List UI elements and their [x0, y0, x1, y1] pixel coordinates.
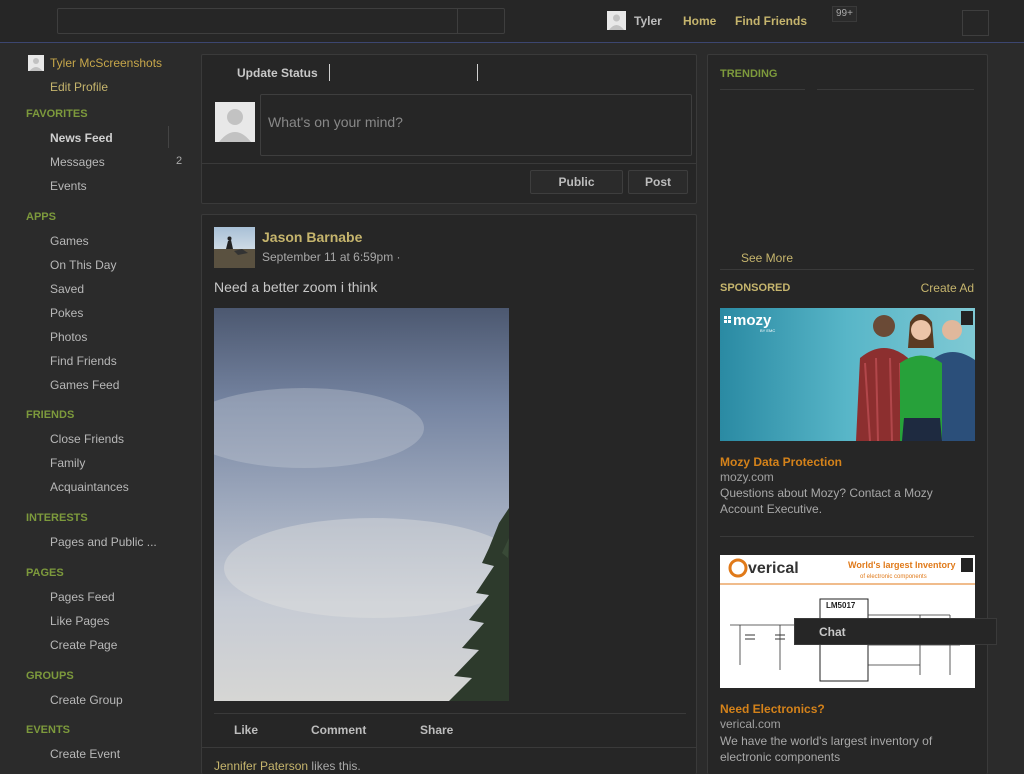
sidebar-item-like-pages[interactable]: Like Pages [50, 614, 109, 628]
ad-domain-mozy: mozy.com [720, 470, 774, 484]
ad-title-verical[interactable]: Need Electronics? [720, 702, 825, 716]
sidebar-item-pokes[interactable]: Pokes [50, 306, 83, 320]
sponsored-heading: SPONSORED [720, 282, 791, 294]
divider [720, 269, 974, 270]
divider [202, 747, 696, 748]
sidebar-item-family[interactable]: Family [50, 456, 85, 470]
top-bar: Tyler Home Find Friends 99+ [0, 0, 1024, 43]
sidebar-item-close-friends[interactable]: Close Friends [50, 432, 124, 446]
divider [214, 713, 686, 714]
right-column: TRENDING See More SPONSORED Create Ad mo… [707, 54, 988, 774]
search-button[interactable] [457, 9, 504, 33]
chat-bar[interactable]: Chat [794, 618, 997, 645]
favorites-heading: FAVORITES [26, 108, 88, 120]
ad-title-mozy[interactable]: Mozy Data Protection [720, 455, 842, 469]
trending-heading: TRENDING [720, 68, 778, 80]
likes-suffix: likes this. [308, 759, 361, 773]
divider [817, 89, 974, 90]
close-ad-icon[interactable] [961, 311, 973, 325]
update-status-tab[interactable]: Update Status [237, 66, 318, 80]
sidebar-item-photos[interactable]: Photos [50, 330, 87, 344]
sidebar-item-messages[interactable]: Messages [50, 155, 105, 169]
interests-heading: INTERESTS [26, 512, 88, 524]
close-ad-icon[interactable] [961, 558, 973, 572]
friends-heading: FRIENDS [26, 409, 75, 421]
notification-badge[interactable]: 99+ [832, 6, 857, 22]
comment-button[interactable]: Comment [311, 723, 366, 737]
likes-summary: Jennifer Paterson likes this. [214, 759, 361, 773]
sidebar-item-create-page[interactable]: Create Page [50, 638, 117, 652]
create-ad-link[interactable]: Create Ad [921, 281, 974, 295]
post-timestamp[interactable]: September 11 at 6:59pm · [262, 250, 401, 264]
find-friends-link[interactable]: Find Friends [735, 14, 807, 28]
sidebar-item-pages-feed[interactable]: Pages Feed [50, 590, 115, 604]
divider [202, 163, 696, 164]
see-more-link[interactable]: See More [741, 251, 793, 265]
chip-label: LM5017 [826, 601, 856, 610]
tab-divider [477, 64, 478, 81]
verical-tagline: World's largest Inventory [848, 560, 956, 570]
divider [720, 89, 805, 90]
user-avatar[interactable] [607, 11, 626, 30]
audience-selector-button[interactable]: Public [530, 170, 623, 194]
apps-heading: APPS [26, 211, 56, 223]
verical-logo: verical [748, 560, 799, 577]
mozy-logo-sub: BY EMC [760, 328, 775, 333]
verical-tagline-sub: of electronic components [860, 574, 927, 580]
events-heading: EVENTS [26, 724, 71, 736]
status-composer: Update Status What's on your mind? Publi… [201, 54, 697, 204]
sidebar-item-games-feed[interactable]: Games Feed [50, 378, 119, 392]
feed-story: Jason Barnabe September 11 at 6:59pm · N… [201, 214, 697, 774]
groups-heading: GROUPS [26, 670, 74, 682]
composer-avatar-icon [215, 102, 255, 142]
post-photo[interactable] [214, 308, 509, 701]
sidebar-item-create-event[interactable]: Create Event [50, 747, 120, 761]
liker-link[interactable]: Jennifer Paterson [214, 759, 308, 773]
post-button[interactable]: Post [628, 170, 688, 194]
ad-desc-mozy: Questions about Mozy? Contact a Mozy Acc… [720, 486, 933, 516]
sidebar-item-acquaintances[interactable]: Acquaintances [50, 480, 129, 494]
ad-domain-verical: verical.com [720, 717, 781, 731]
left-sidebar: Tyler McScreenshots Edit Profile FAVORIT… [0, 44, 200, 768]
tab-divider [329, 64, 330, 81]
mozy-logo: mozy [733, 312, 772, 329]
divider [696, 245, 697, 713]
sidebar-item-on-this-day[interactable]: On This Day [50, 258, 116, 272]
sidebar-item-news-feed[interactable]: News Feed [50, 131, 113, 145]
divider [720, 536, 974, 537]
home-link[interactable]: Home [683, 14, 716, 28]
edit-profile-link[interactable]: Edit Profile [50, 80, 108, 94]
selected-indicator [168, 126, 169, 148]
mozy-ad-image[interactable]: mozy BY EMC [720, 308, 975, 441]
share-button[interactable]: Share [420, 723, 453, 737]
ad-desc-verical: We have the world's largest inventory of… [720, 734, 933, 764]
status-input[interactable]: What's on your mind? [260, 94, 692, 156]
sidebar-item-events[interactable]: Events [50, 179, 87, 193]
search-input[interactable] [57, 8, 505, 34]
settings-button[interactable] [962, 10, 989, 36]
messages-count: 2 [176, 155, 183, 167]
profile-name-link[interactable]: Tyler McScreenshots [50, 56, 162, 70]
post-author-link[interactable]: Jason Barnabe [262, 229, 362, 245]
sidebar-item-games[interactable]: Games [50, 234, 89, 248]
post-text: Need a better zoom i think [214, 279, 378, 295]
sidebar-item-saved[interactable]: Saved [50, 282, 84, 296]
pages-heading: PAGES [26, 567, 64, 579]
like-button[interactable]: Like [234, 723, 258, 737]
author-avatar[interactable] [214, 227, 255, 268]
sidebar-item-pages-and-public[interactable]: Pages and Public ... [50, 535, 157, 549]
profile-link[interactable]: Tyler [634, 14, 662, 28]
sidebar-item-find-friends[interactable]: Find Friends [50, 354, 117, 368]
profile-avatar-icon[interactable] [28, 55, 44, 71]
sidebar-item-create-group[interactable]: Create Group [50, 693, 123, 707]
